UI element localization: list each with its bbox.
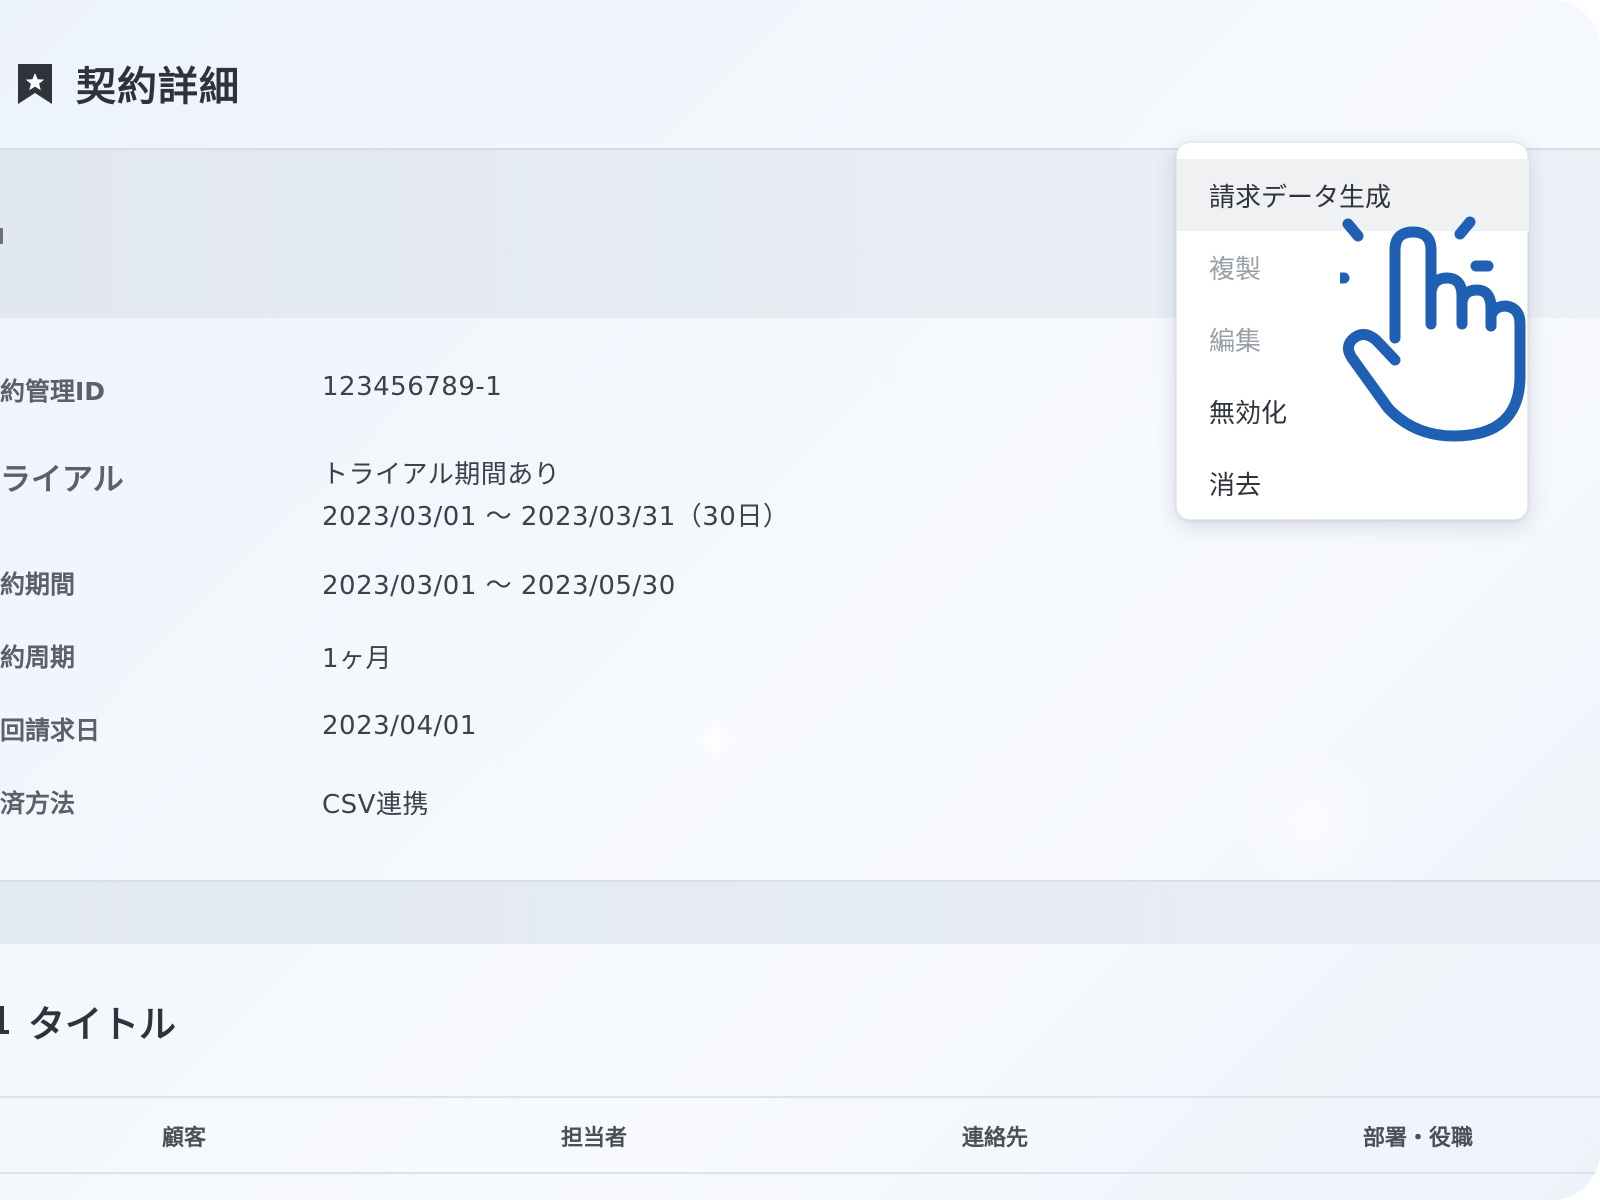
detail-label-contract-cycle: 約周期 <box>0 643 76 672</box>
detail-value-contract-id: 123456789-1 <box>322 372 503 402</box>
detail-label-contract-period: 約期間 <box>0 570 76 599</box>
column-header-assignee[interactable]: 担当者 <box>561 1120 627 1152</box>
bookmark-star-icon <box>18 64 52 104</box>
detail-label-payment-method: 済方法 <box>0 789 76 818</box>
menu-item-label: 編集 <box>1209 327 1262 357</box>
pointing-hand-click-icon <box>1340 216 1526 442</box>
detail-value-trial-line1: トライアル期間あり <box>322 460 561 490</box>
detail-value-contract-period: 2023/03/01 〜 2023/05/30 <box>322 571 676 601</box>
detail-label-trial: ライアル <box>0 462 124 498</box>
detail-label-contract-id: 約管理ID <box>0 377 106 406</box>
page-header: 契約詳細 <box>0 0 1600 148</box>
divider-band <box>0 880 1600 944</box>
column-header-contact[interactable]: 連絡先 <box>962 1120 1028 1152</box>
menu-item-label: 消去 <box>1209 471 1262 501</box>
page-title: 契約詳細 <box>76 64 240 110</box>
detail-value-contract-cycle: 1ヶ月 <box>322 644 393 674</box>
table-header: 顧客 担当者 連絡先 部署・役職 <box>0 1096 1600 1174</box>
column-header-customer[interactable]: 顧客 <box>162 1120 206 1152</box>
band-marker <box>0 228 3 244</box>
section-icon <box>0 1006 9 1034</box>
detail-value-trial-line2: 2023/03/01 〜 2023/03/31（30日） <box>322 502 790 532</box>
column-header-department-role[interactable]: 部署・役職 <box>1363 1120 1473 1152</box>
menu-item-label: 無効化 <box>1209 399 1288 429</box>
section-title: タイトル <box>28 1003 176 1046</box>
detail-value-first-billing-date: 2023/04/01 <box>322 711 477 741</box>
detail-label-first-billing-date: 回請求日 <box>0 716 101 745</box>
menu-item-label: 請求データ生成 <box>1209 183 1392 213</box>
detail-value-payment-method: CSV連携 <box>322 790 429 820</box>
contract-detail-page: 契約詳細 約管理ID 123456789-1 ライアル トライアル期間あり 20… <box>0 0 1600 1200</box>
menu-item-label: 複製 <box>1209 255 1262 285</box>
